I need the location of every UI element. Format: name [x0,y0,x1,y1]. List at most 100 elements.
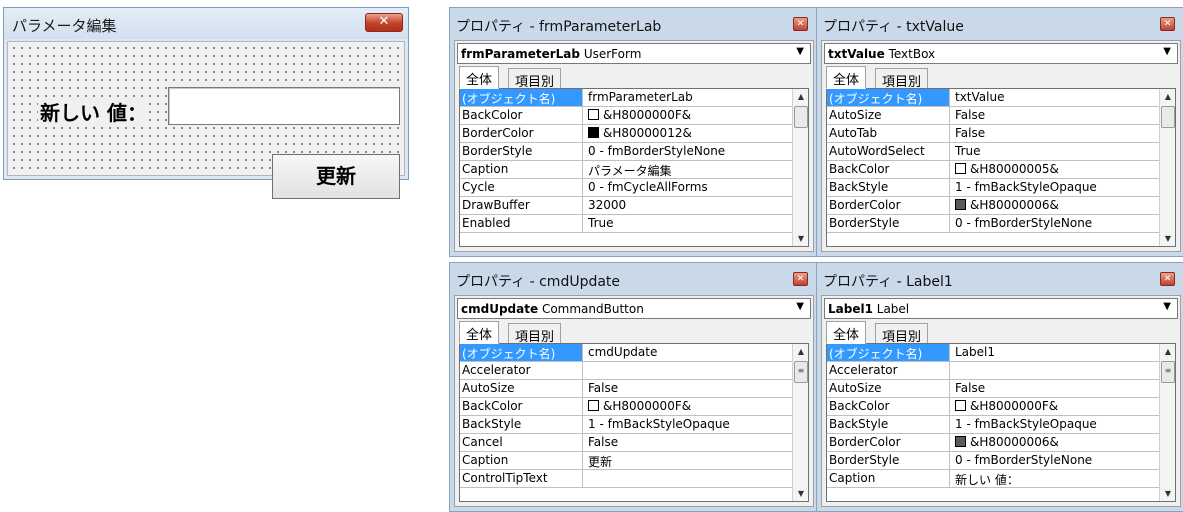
property-grid[interactable]: (オブジェクト名) txtValue AutoSize False AutoTab Fal… [826,88,1176,247]
property-value[interactable]: &H80000012& [585,125,792,142]
scroll-thumb[interactable] [1161,106,1175,128]
close-icon[interactable]: ✕ [793,272,808,286]
scroll-down-icon[interactable]: ▼ [1160,489,1175,498]
property-value[interactable]: 1 - fmBackStyleOpaque [952,416,1159,433]
properties-window-frmparameterlab[interactable]: プロパティ - frmParameterLab ✕ frmParameterLab … [449,7,819,257]
property-row[interactable]: BorderStyle 0 - fmBorderStyleNone [460,143,792,161]
scroll-up-icon[interactable]: ▲ [1160,347,1175,356]
property-row[interactable]: BorderColor &H80000006& [827,197,1159,215]
property-value[interactable] [952,362,1159,379]
scroll-up-icon[interactable]: ▲ [1160,92,1175,101]
property-row[interactable]: BorderStyle 0 - fmBorderStyleNone [827,452,1159,470]
properties-window-cmdupdate[interactable]: プロパティ - cmdUpdate ✕ cmdUpdate CommandButto… [449,262,819,512]
scroll-down-icon[interactable]: ▼ [793,489,808,498]
property-row[interactable]: Accelerator [827,362,1159,380]
scroll-thumb[interactable] [794,106,808,128]
property-value[interactable]: 0 - fmBorderStyleNone [585,143,792,160]
tab-category[interactable]: 項目別 [875,68,929,90]
property-row[interactable]: Cycle 0 - fmCycleAllForms [460,179,792,197]
tab-all[interactable]: 全体 [826,66,867,89]
object-selector[interactable]: txtValue TextBox ▼ [824,43,1178,64]
tab-all[interactable]: 全体 [459,321,500,344]
object-selector[interactable]: Label1 Label ▼ [824,298,1178,319]
property-row[interactable]: Caption 更新 [460,452,792,470]
property-value[interactable]: &H80000006& [952,434,1159,451]
property-value[interactable]: txtValue [952,89,1159,106]
txtvalue-control[interactable] [168,87,400,125]
property-row[interactable]: BorderStyle 0 - fmBorderStyleNone [827,215,1159,233]
vertical-scrollbar[interactable]: ▲ ▼ [1159,89,1175,246]
tab-category[interactable]: 項目別 [875,323,929,345]
tab-category[interactable]: 項目別 [508,323,562,345]
close-icon[interactable]: ✕ [793,17,808,31]
property-row[interactable]: (オブジェクト名) cmdUpdate [460,344,792,362]
property-row[interactable]: Caption パラメータ編集 [460,161,792,179]
property-row[interactable]: Caption 新しい 値： [827,470,1159,488]
property-value[interactable]: cmdUpdate [585,344,792,361]
chevron-down-icon[interactable]: ▼ [1163,46,1171,57]
chevron-down-icon[interactable]: ▼ [796,46,804,57]
property-value[interactable]: 32000 [585,197,792,214]
property-row[interactable]: (オブジェクト名) frmParameterLab [460,89,792,107]
scroll-up-icon[interactable]: ▲ [793,347,808,356]
property-row[interactable]: BackColor &H8000000F& [827,398,1159,416]
property-row[interactable]: ControlTipText [460,470,792,488]
property-value[interactable]: 0 - fmBorderStyleNone [952,452,1159,469]
property-value[interactable]: True [952,143,1159,160]
property-value[interactable]: 1 - fmBackStyleOpaque [952,179,1159,196]
properties-window-txtvalue[interactable]: プロパティ - txtValue ✕ txtValue TextBox ▼ 全体 項目別(… [816,7,1183,257]
property-value[interactable]: &H80000005& [952,161,1159,178]
property-row[interactable]: AutoSize False [460,380,792,398]
tab-all[interactable]: 全体 [826,321,867,344]
property-value[interactable]: 0 - fmBorderStyleNone [952,215,1159,232]
property-value[interactable]: &H80000006& [952,197,1159,214]
scroll-up-icon[interactable]: ▲ [793,92,808,101]
property-row[interactable]: Enabled True [460,215,792,233]
property-row[interactable]: BackColor &H8000000F& [460,398,792,416]
property-value[interactable]: &H8000000F& [585,398,792,415]
vertical-scrollbar[interactable]: ▲ ≡ ▼ [792,344,808,501]
userform-canvas[interactable]: 新しい 値： 更新 [7,41,405,199]
label1-control[interactable]: 新しい 値： [38,97,149,126]
property-row[interactable]: BackStyle 1 - fmBackStyleOpaque [460,416,792,434]
property-row[interactable]: AutoSize False [827,380,1159,398]
property-row[interactable]: BackColor &H80000005& [827,161,1159,179]
property-value[interactable] [585,362,792,379]
chevron-down-icon[interactable]: ▼ [796,301,804,312]
property-value[interactable]: Label1 [952,344,1159,361]
property-value[interactable]: False [952,125,1159,142]
scroll-down-icon[interactable]: ▼ [793,234,808,243]
property-row[interactable]: BackStyle 1 - fmBackStyleOpaque [827,179,1159,197]
property-row[interactable]: (オブジェクト名) Label1 [827,344,1159,362]
property-row[interactable]: AutoTab False [827,125,1159,143]
property-row[interactable]: BorderColor &H80000006& [827,434,1159,452]
property-value[interactable]: frmParameterLab [585,89,792,106]
property-value[interactable]: パラメータ編集 [585,161,792,178]
property-row[interactable]: Cancel False [460,434,792,452]
property-value[interactable]: &H8000000F& [585,107,792,124]
vertical-scrollbar[interactable]: ▲ ≡ ▼ [1159,344,1175,501]
property-value[interactable]: &H8000000F& [952,398,1159,415]
property-value[interactable]: False [585,380,792,397]
property-value[interactable]: True [585,215,792,232]
object-selector[interactable]: cmdUpdate CommandButton ▼ [457,298,811,319]
properties-window-label1[interactable]: プロパティ - Label1 ✕ Label1 Label ▼ 全体 項目別 (オブジェクト… [816,262,1183,512]
property-row[interactable]: Accelerator [460,362,792,380]
property-row[interactable]: DrawBuffer 32000 [460,197,792,215]
scroll-thumb[interactable]: ≡ [1161,361,1175,383]
scroll-thumb[interactable]: ≡ [794,361,808,383]
property-row[interactable]: BackStyle 1 - fmBackStyleOpaque [827,416,1159,434]
object-selector[interactable]: frmParameterLab UserForm ▼ [457,43,811,64]
property-grid[interactable]: (オブジェクト名) cmdUpdate Accelerator AutoSize Fal… [459,343,809,502]
property-value[interactable]: False [585,434,792,451]
property-row[interactable]: BorderColor &H80000012& [460,125,792,143]
close-icon[interactable]: ✕ [1160,272,1175,286]
scroll-down-icon[interactable]: ▼ [1160,234,1175,243]
userform-window[interactable]: パラメータ編集 ✕ 新しい 値： 更新 [3,7,409,199]
tab-all[interactable]: 全体 [459,66,500,89]
property-row[interactable]: (オブジェクト名) txtValue [827,89,1159,107]
property-value[interactable]: 0 - fmCycleAllForms [585,179,792,196]
property-row[interactable]: AutoWordSelect True [827,143,1159,161]
property-value[interactable] [585,470,792,487]
property-value[interactable]: False [952,107,1159,124]
